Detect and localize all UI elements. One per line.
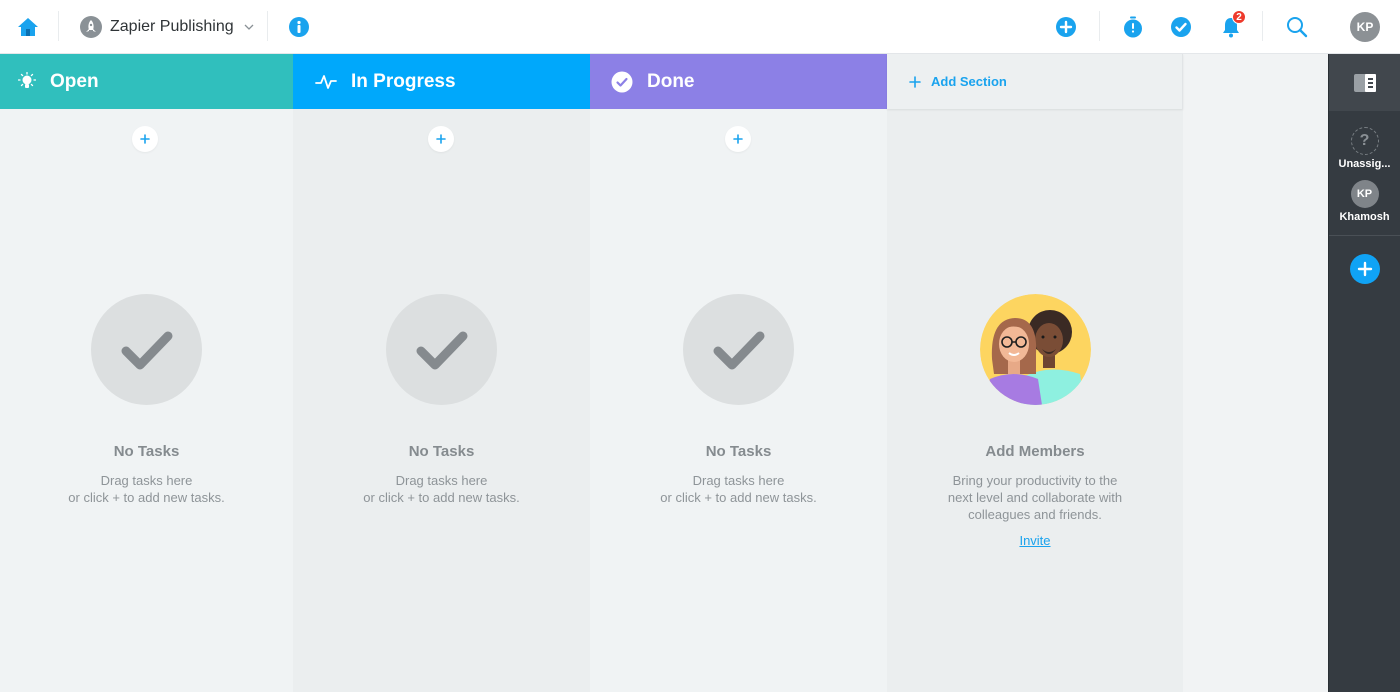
add-task-button[interactable] bbox=[132, 126, 158, 152]
chevron-down-icon bbox=[244, 24, 254, 30]
empty-description: Drag tasks here or click + to add new ta… bbox=[660, 472, 816, 506]
member-label: Khamosh bbox=[1339, 211, 1390, 223]
empty-state: No Tasks Drag tasks here or click + to a… bbox=[293, 294, 590, 506]
column-add-section: Add Section Add Members Bring your produ… bbox=[887, 54, 1183, 692]
members-illustration bbox=[979, 294, 1091, 405]
top-bar: Zapier Publishing 2 KP bbox=[0, 0, 1400, 54]
sidebar-panel-icon bbox=[1353, 73, 1376, 92]
toggle-sidebar-button[interactable] bbox=[1329, 54, 1400, 111]
column-title: Done bbox=[647, 70, 695, 92]
checkmark-icon bbox=[713, 331, 764, 369]
rocket-icon bbox=[80, 16, 102, 38]
add-task-button[interactable] bbox=[725, 126, 751, 152]
checkmark-icon bbox=[121, 331, 172, 369]
lightbulb-icon bbox=[18, 71, 36, 88]
divider bbox=[58, 11, 59, 41]
add-members-description: Bring your productivity to the next leve… bbox=[948, 472, 1122, 523]
search-icon bbox=[1287, 17, 1308, 38]
activity-icon bbox=[315, 74, 337, 89]
add-task-button[interactable] bbox=[1052, 0, 1080, 54]
notification-badge: 2 bbox=[1232, 10, 1246, 24]
column-header-open[interactable]: Open bbox=[0, 54, 293, 109]
empty-title: No Tasks bbox=[113, 443, 180, 460]
column-title: In Progress bbox=[351, 70, 456, 92]
divider bbox=[1099, 11, 1100, 41]
empty-check-illustration bbox=[386, 294, 497, 405]
column-header-done[interactable]: Done bbox=[590, 54, 887, 109]
description-line: next level and collaborate with bbox=[947, 490, 1123, 505]
add-members-title: Add Members bbox=[985, 443, 1085, 460]
member-label: Unassig... bbox=[1338, 158, 1391, 170]
divider bbox=[1262, 11, 1263, 41]
info-icon bbox=[289, 17, 309, 37]
notifications-button[interactable]: 2 bbox=[1214, 0, 1248, 54]
empty-check-illustration bbox=[91, 294, 202, 405]
empty-line: Drag tasks here bbox=[395, 473, 488, 488]
empty-line: Drag tasks here bbox=[100, 473, 193, 488]
empty-state: No Tasks Drag tasks here or click + to a… bbox=[0, 294, 293, 506]
home-button[interactable] bbox=[10, 0, 46, 54]
description-line: Bring your productivity to the bbox=[952, 473, 1118, 488]
divider bbox=[267, 11, 268, 41]
empty-line: or click + to add new tasks. bbox=[660, 490, 817, 505]
user-menu[interactable]: KP bbox=[1350, 0, 1380, 54]
empty-description: Drag tasks here or click + to add new ta… bbox=[68, 472, 224, 506]
stopwatch-icon bbox=[1124, 16, 1142, 38]
divider bbox=[1329, 235, 1400, 236]
home-icon bbox=[18, 18, 38, 36]
empty-line: or click + to add new tasks. bbox=[363, 490, 520, 505]
empty-title: No Tasks bbox=[705, 443, 772, 460]
empty-line: Drag tasks here bbox=[692, 473, 785, 488]
project-name: Zapier Publishing bbox=[110, 18, 234, 35]
board: Open No Tasks Drag tasks here or click +… bbox=[0, 54, 1328, 692]
plus-icon bbox=[733, 134, 743, 144]
plus-icon bbox=[436, 134, 446, 144]
check-circle-icon bbox=[1171, 17, 1191, 37]
add-members-panel: Add Members Bring your productivity to t… bbox=[887, 294, 1183, 548]
empty-state: No Tasks Drag tasks here or click + to a… bbox=[590, 294, 887, 506]
member-unassigned[interactable]: ? Unassig... bbox=[1329, 111, 1400, 170]
info-button[interactable] bbox=[286, 0, 312, 54]
empty-description: Drag tasks here or click + to add new ta… bbox=[363, 472, 519, 506]
time-tracker-button[interactable] bbox=[1120, 0, 1146, 54]
avatar: KP bbox=[1350, 12, 1380, 42]
column-done: Done No Tasks Drag tasks here or click +… bbox=[590, 54, 887, 692]
check-circle-icon bbox=[611, 71, 633, 92]
avatar: KP bbox=[1350, 180, 1379, 208]
plus-icon bbox=[1357, 261, 1372, 277]
column-in-progress: In Progress No Tasks Drag tasks here or … bbox=[293, 54, 590, 692]
column-open: Open No Tasks Drag tasks here or click +… bbox=[0, 54, 293, 692]
invite-link[interactable]: Invite bbox=[1019, 533, 1050, 548]
my-tasks-button[interactable] bbox=[1168, 0, 1194, 54]
project-switcher[interactable]: Zapier Publishing bbox=[80, 0, 254, 54]
description-line: colleagues and friends. bbox=[968, 507, 1102, 522]
empty-check-illustration bbox=[683, 294, 794, 405]
add-section-button[interactable]: Add Section bbox=[887, 54, 1183, 109]
column-header-in-progress[interactable]: In Progress bbox=[293, 54, 590, 109]
add-section-label: Add Section bbox=[931, 74, 1007, 89]
empty-line: or click + to add new tasks. bbox=[68, 490, 225, 505]
plus-icon bbox=[909, 75, 921, 88]
checkmark-icon bbox=[416, 331, 467, 369]
plus-circle-icon bbox=[1056, 17, 1076, 37]
search-button[interactable] bbox=[1282, 0, 1312, 54]
members-sidebar: ? Unassig... KP Khamosh bbox=[1328, 54, 1400, 692]
empty-title: No Tasks bbox=[408, 443, 475, 460]
add-member-button[interactable] bbox=[1349, 254, 1380, 284]
plus-icon bbox=[140, 134, 150, 144]
question-icon: ? bbox=[1350, 127, 1379, 155]
member-khamosh[interactable]: KP Khamosh bbox=[1329, 170, 1400, 223]
add-task-button[interactable] bbox=[428, 126, 454, 152]
column-title: Open bbox=[50, 70, 99, 92]
